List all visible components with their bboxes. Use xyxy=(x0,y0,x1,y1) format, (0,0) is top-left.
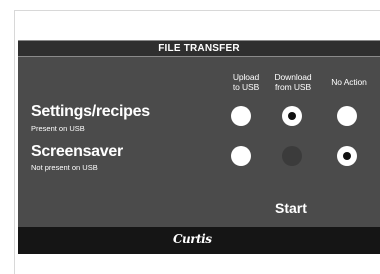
start-button[interactable]: Start xyxy=(275,200,307,216)
brand-logo: Curtis xyxy=(173,232,212,246)
radio-settings-upload[interactable] xyxy=(231,106,251,126)
frame-top-divider xyxy=(14,10,380,11)
radio-screensaver-no-action[interactable] xyxy=(337,146,357,166)
app-window: FILE TRANSFER Upload to USB Download fro… xyxy=(0,0,380,274)
radio-selected-indicator xyxy=(343,152,351,160)
file-transfer-panel: FILE TRANSFER Upload to USB Download fro… xyxy=(18,40,380,254)
footer-bar: Curtis xyxy=(18,227,380,254)
row-subtitle-screensaver: Not present on USB xyxy=(31,163,98,172)
column-header-no-action: No Action xyxy=(331,77,367,87)
panel-title: FILE TRANSFER xyxy=(18,40,380,57)
row-subtitle-settings-recipes: Present on USB xyxy=(31,124,85,133)
row-title-screensaver: Screensaver xyxy=(31,143,123,160)
radio-settings-download[interactable] xyxy=(282,106,302,126)
radio-screensaver-download-disabled xyxy=(282,146,302,166)
radio-settings-no-action[interactable] xyxy=(337,106,357,126)
row-title-settings-recipes: Settings/recipes xyxy=(31,103,150,120)
column-header-upload-to-usb: Upload to USB xyxy=(232,72,260,92)
radio-selected-indicator xyxy=(288,112,296,120)
column-header-download-from-usb: Download from USB xyxy=(274,72,312,92)
frame-left-divider xyxy=(14,10,15,274)
radio-screensaver-upload[interactable] xyxy=(231,146,251,166)
